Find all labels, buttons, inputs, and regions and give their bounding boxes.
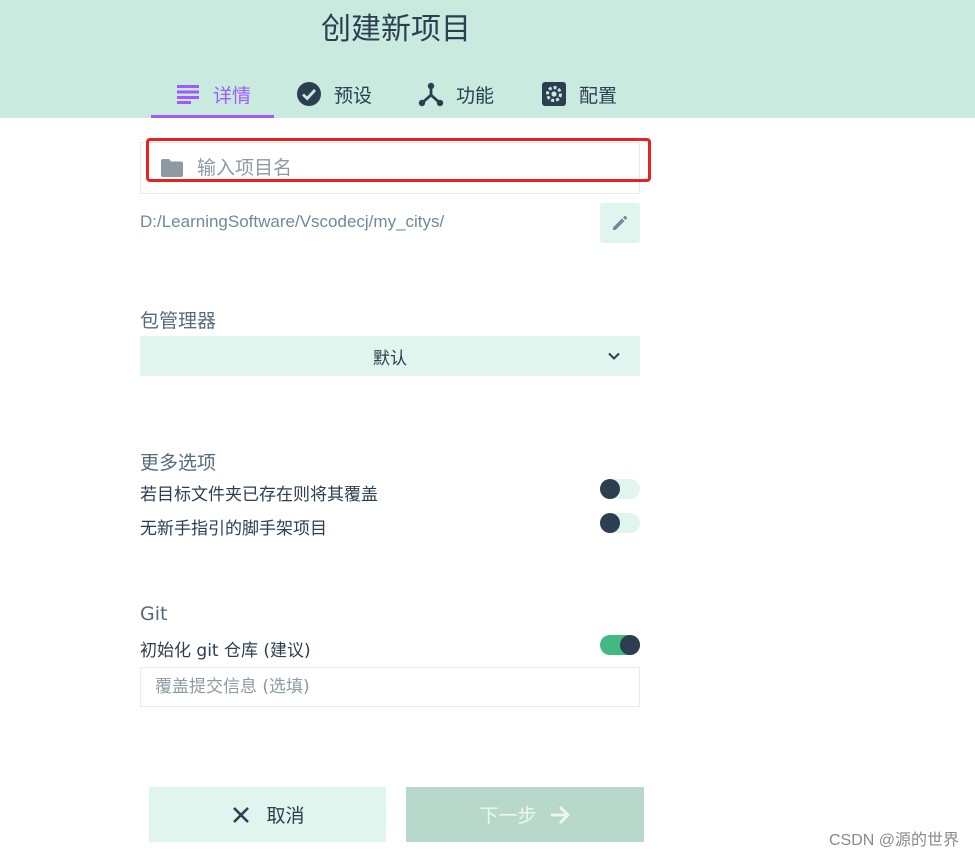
header: 创建新项目 详情 预设 功能 配置 [0,0,975,118]
git-section-label: Git [140,603,168,625]
project-name-input[interactable] [197,157,597,179]
git-init-label: 初始化 git 仓库 (建议) [140,641,311,661]
tab-config[interactable]: 配置 [541,70,617,118]
tab-features[interactable]: 功能 [418,70,494,118]
toggle-knob [620,635,640,655]
cancel-label: 取消 [266,805,305,827]
toggle-knob [600,513,620,533]
tab-label: 功能 [456,84,495,107]
folder-icon [161,159,183,177]
arrow-right-icon [549,804,571,826]
active-tab-indicator [151,115,274,118]
commit-message-field[interactable] [140,667,640,707]
tab-label: 详情 [213,84,252,107]
project-path: D:/LearningSoftware/Vscodecj/my_citys/ [140,212,445,231]
tab-details[interactable]: 详情 [175,70,251,118]
next-label: 下一步 [479,805,537,827]
gear-icon [541,81,567,107]
option-overwrite-toggle[interactable] [600,479,640,499]
edit-path-button[interactable] [600,203,640,243]
check-circle-icon [296,81,322,107]
project-name-field[interactable] [140,142,640,194]
watermark: CSDN @源的世界 [828,832,959,849]
features-icon [418,81,444,107]
commit-message-input[interactable] [155,677,625,697]
tab-label: 预设 [334,84,373,107]
tab-label: 配置 [579,84,618,107]
more-options-label: 更多选项 [140,452,217,474]
chevron-down-icon [606,348,622,364]
cancel-button[interactable]: 取消 [149,787,386,842]
toggle-knob [600,479,620,499]
package-manager-label: 包管理器 [140,310,217,332]
list-icon [175,81,201,107]
pencil-icon [611,214,629,232]
package-manager-value: 默认 [373,348,407,369]
tab-presets[interactable]: 预设 [296,70,372,118]
option-skip-getstarted-toggle[interactable] [600,513,640,533]
option-overwrite-label: 若目标文件夹已存在则将其覆盖 [140,485,378,505]
option-skip-getstarted-label: 无新手指引的脚手架项目 [140,519,327,539]
page-title: 创建新项目 [321,12,471,47]
close-icon [230,804,252,826]
git-init-toggle[interactable] [600,635,640,655]
package-manager-select[interactable]: 默认 [140,336,640,376]
next-button[interactable]: 下一步 [406,787,644,842]
